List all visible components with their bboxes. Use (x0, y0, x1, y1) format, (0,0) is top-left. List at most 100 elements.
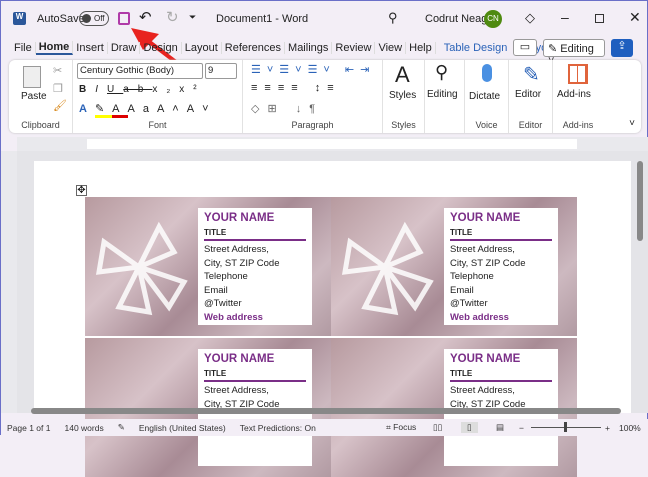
font-group: Century Gothic (Body) 9 BIUabx₂x² A✎AAaA… (73, 60, 243, 133)
dictate-button[interactable]: Dictate (469, 91, 500, 102)
voice-label: Voice (475, 120, 498, 130)
card-title: TITLE (204, 367, 306, 382)
card-email: Email (450, 284, 474, 296)
customize-qat-icon[interactable]: ⏷ (189, 12, 196, 23)
card-name: YOUR NAME (204, 212, 275, 224)
editing-mode-button[interactable]: ✎ Editing ˅ (543, 39, 605, 67)
paste-icon[interactable] (23, 66, 41, 88)
close-button[interactable]: ✕ (629, 9, 641, 26)
card-name: YOUR NAME (450, 353, 521, 365)
editor-button[interactable]: Editor (515, 89, 541, 100)
addins-button[interactable]: Add-ins (557, 89, 591, 100)
ribbon-tabs: File Home Insert Draw Design Layout Refe… (1, 37, 648, 67)
format-painter-icon[interactable]: 🖌 (53, 99, 67, 112)
tab-home[interactable]: Home (35, 41, 74, 55)
tab-layout[interactable]: Layout (182, 42, 222, 54)
zoom-out-button[interactable]: − (519, 423, 524, 433)
tab-insert[interactable]: Insert (73, 42, 108, 54)
tab-review[interactable]: Review (332, 42, 376, 54)
zoom-slider-thumb[interactable] (564, 422, 567, 432)
tab-view[interactable]: View (375, 42, 407, 54)
card-title: TITLE (450, 226, 552, 241)
card-address1: Street Address, (204, 244, 269, 255)
vertical-scrollbar[interactable] (637, 161, 643, 241)
tab-mailings[interactable]: Mailings (285, 42, 333, 54)
card-web: Web address (450, 311, 509, 323)
horizontal-ruler[interactable] (17, 137, 648, 151)
find-icon[interactable]: ⚲ (435, 62, 448, 83)
flower-graphic (341, 221, 434, 316)
card-name: YOUR NAME (204, 353, 275, 365)
collapse-ribbon-icon[interactable]: ˅ (629, 118, 635, 129)
undo-icon[interactable]: ↶ (139, 8, 152, 26)
comments-button[interactable]: ▭ (513, 39, 537, 56)
shading-borders-buttons[interactable]: ◇⊞ ↓¶ (251, 102, 323, 115)
tab-design[interactable]: Design (140, 42, 182, 54)
card-web: Web address (204, 311, 263, 323)
voice-group: Dictate Voice (465, 60, 509, 133)
page-count[interactable]: Page 1 of 1 (7, 423, 50, 433)
styles-button[interactable]: Styles (389, 90, 416, 101)
save-icon[interactable] (118, 12, 130, 25)
card-twitter: @Twitter (450, 298, 488, 309)
microphone-icon[interactable] (482, 64, 492, 82)
focus-button[interactable]: ⌗ Focus (386, 422, 416, 433)
zoom-in-button[interactable]: + (605, 423, 610, 433)
document-page[interactable]: ✥ YOUR NAME TITLE Street Address, City, … (34, 161, 631, 477)
proofing-icon[interactable]: ✎ (118, 422, 125, 433)
web-layout-icon[interactable]: ▤ (496, 422, 504, 433)
maximize-button[interactable] (595, 14, 604, 23)
redo-icon[interactable]: ↻ (166, 8, 179, 26)
styles-icon[interactable]: A (395, 62, 410, 88)
cut-icon[interactable]: ✂ (53, 64, 62, 77)
autosave-toggle[interactable]: Off (79, 11, 109, 26)
document-title: Document1 - Word (216, 13, 309, 25)
horizontal-scrollbar[interactable] (31, 408, 621, 414)
card-name: YOUR NAME (450, 212, 521, 224)
paste-button[interactable]: Paste (21, 91, 47, 102)
language[interactable]: English (United States) (139, 423, 226, 433)
card-address2: City, ST ZIP Code (450, 257, 526, 269)
styles-group: A Styles Styles (383, 60, 425, 133)
share-button[interactable]: ⇪ (611, 39, 633, 57)
editing-button[interactable]: Editing (427, 89, 458, 100)
tab-file[interactable]: File (11, 42, 36, 54)
editor-icon[interactable]: ✎ (523, 62, 540, 87)
tab-references[interactable]: References (222, 42, 286, 54)
tab-draw[interactable]: Draw (108, 42, 141, 54)
autosave-label: AutoSave (37, 13, 85, 25)
editing-group: ⚲ Editing (425, 60, 465, 133)
font-label: Font (148, 120, 167, 130)
tab-help[interactable]: Help (406, 42, 436, 54)
font-format-buttons[interactable]: BIUabx₂x² (79, 84, 206, 95)
print-layout-icon[interactable]: ▯ (461, 422, 478, 433)
business-card[interactable]: YOUR NAME TITLE Street Address, City, ST… (85, 197, 331, 336)
editor-group: ✎ Editor Editor (509, 60, 553, 133)
clipboard-group: Paste ✂ ❐ 🖌 Clipboard (9, 60, 73, 133)
addins-icon[interactable] (568, 64, 588, 84)
font-size-select[interactable]: 9 (205, 63, 237, 79)
alignment-buttons[interactable]: ≡≡≡≡ ↕≡ (251, 82, 341, 94)
text-predictions[interactable]: Text Predictions: On (240, 423, 316, 433)
card-title: TITLE (450, 367, 552, 382)
status-bar: Page 1 of 1 140 words ✎ English (United … (1, 419, 648, 436)
table-move-handle-icon[interactable]: ✥ (76, 185, 87, 196)
word-count[interactable]: 140 words (64, 423, 103, 433)
font-name-select[interactable]: Century Gothic (Body) (77, 63, 203, 79)
card-address1: Street Address, (204, 385, 269, 396)
read-mode-icon[interactable]: ▯▯ (433, 422, 442, 433)
diamond-icon[interactable]: ◇ (525, 10, 535, 26)
clipboard-label: Clipboard (21, 120, 60, 130)
search-icon[interactable]: ⚲ (388, 10, 398, 26)
addins-label: Add-ins (562, 120, 594, 130)
font-color-buttons[interactable]: A✎AAaA˄A˅ (79, 102, 217, 118)
business-card[interactable]: YOUR NAME TITLE Street Address, City, ST… (331, 197, 577, 336)
list-buttons[interactable]: ☰˅☰˅☰˅ ⇤⇥ (251, 63, 375, 76)
vertical-ruler[interactable] (1, 151, 17, 413)
card-title: TITLE (204, 226, 306, 241)
minimize-button[interactable]: – (561, 9, 569, 25)
tab-table-design[interactable]: Table Design (436, 42, 516, 54)
avatar[interactable]: CN (484, 10, 502, 28)
copy-icon[interactable]: ❐ (53, 82, 63, 95)
zoom-level[interactable]: 100% (619, 423, 641, 433)
